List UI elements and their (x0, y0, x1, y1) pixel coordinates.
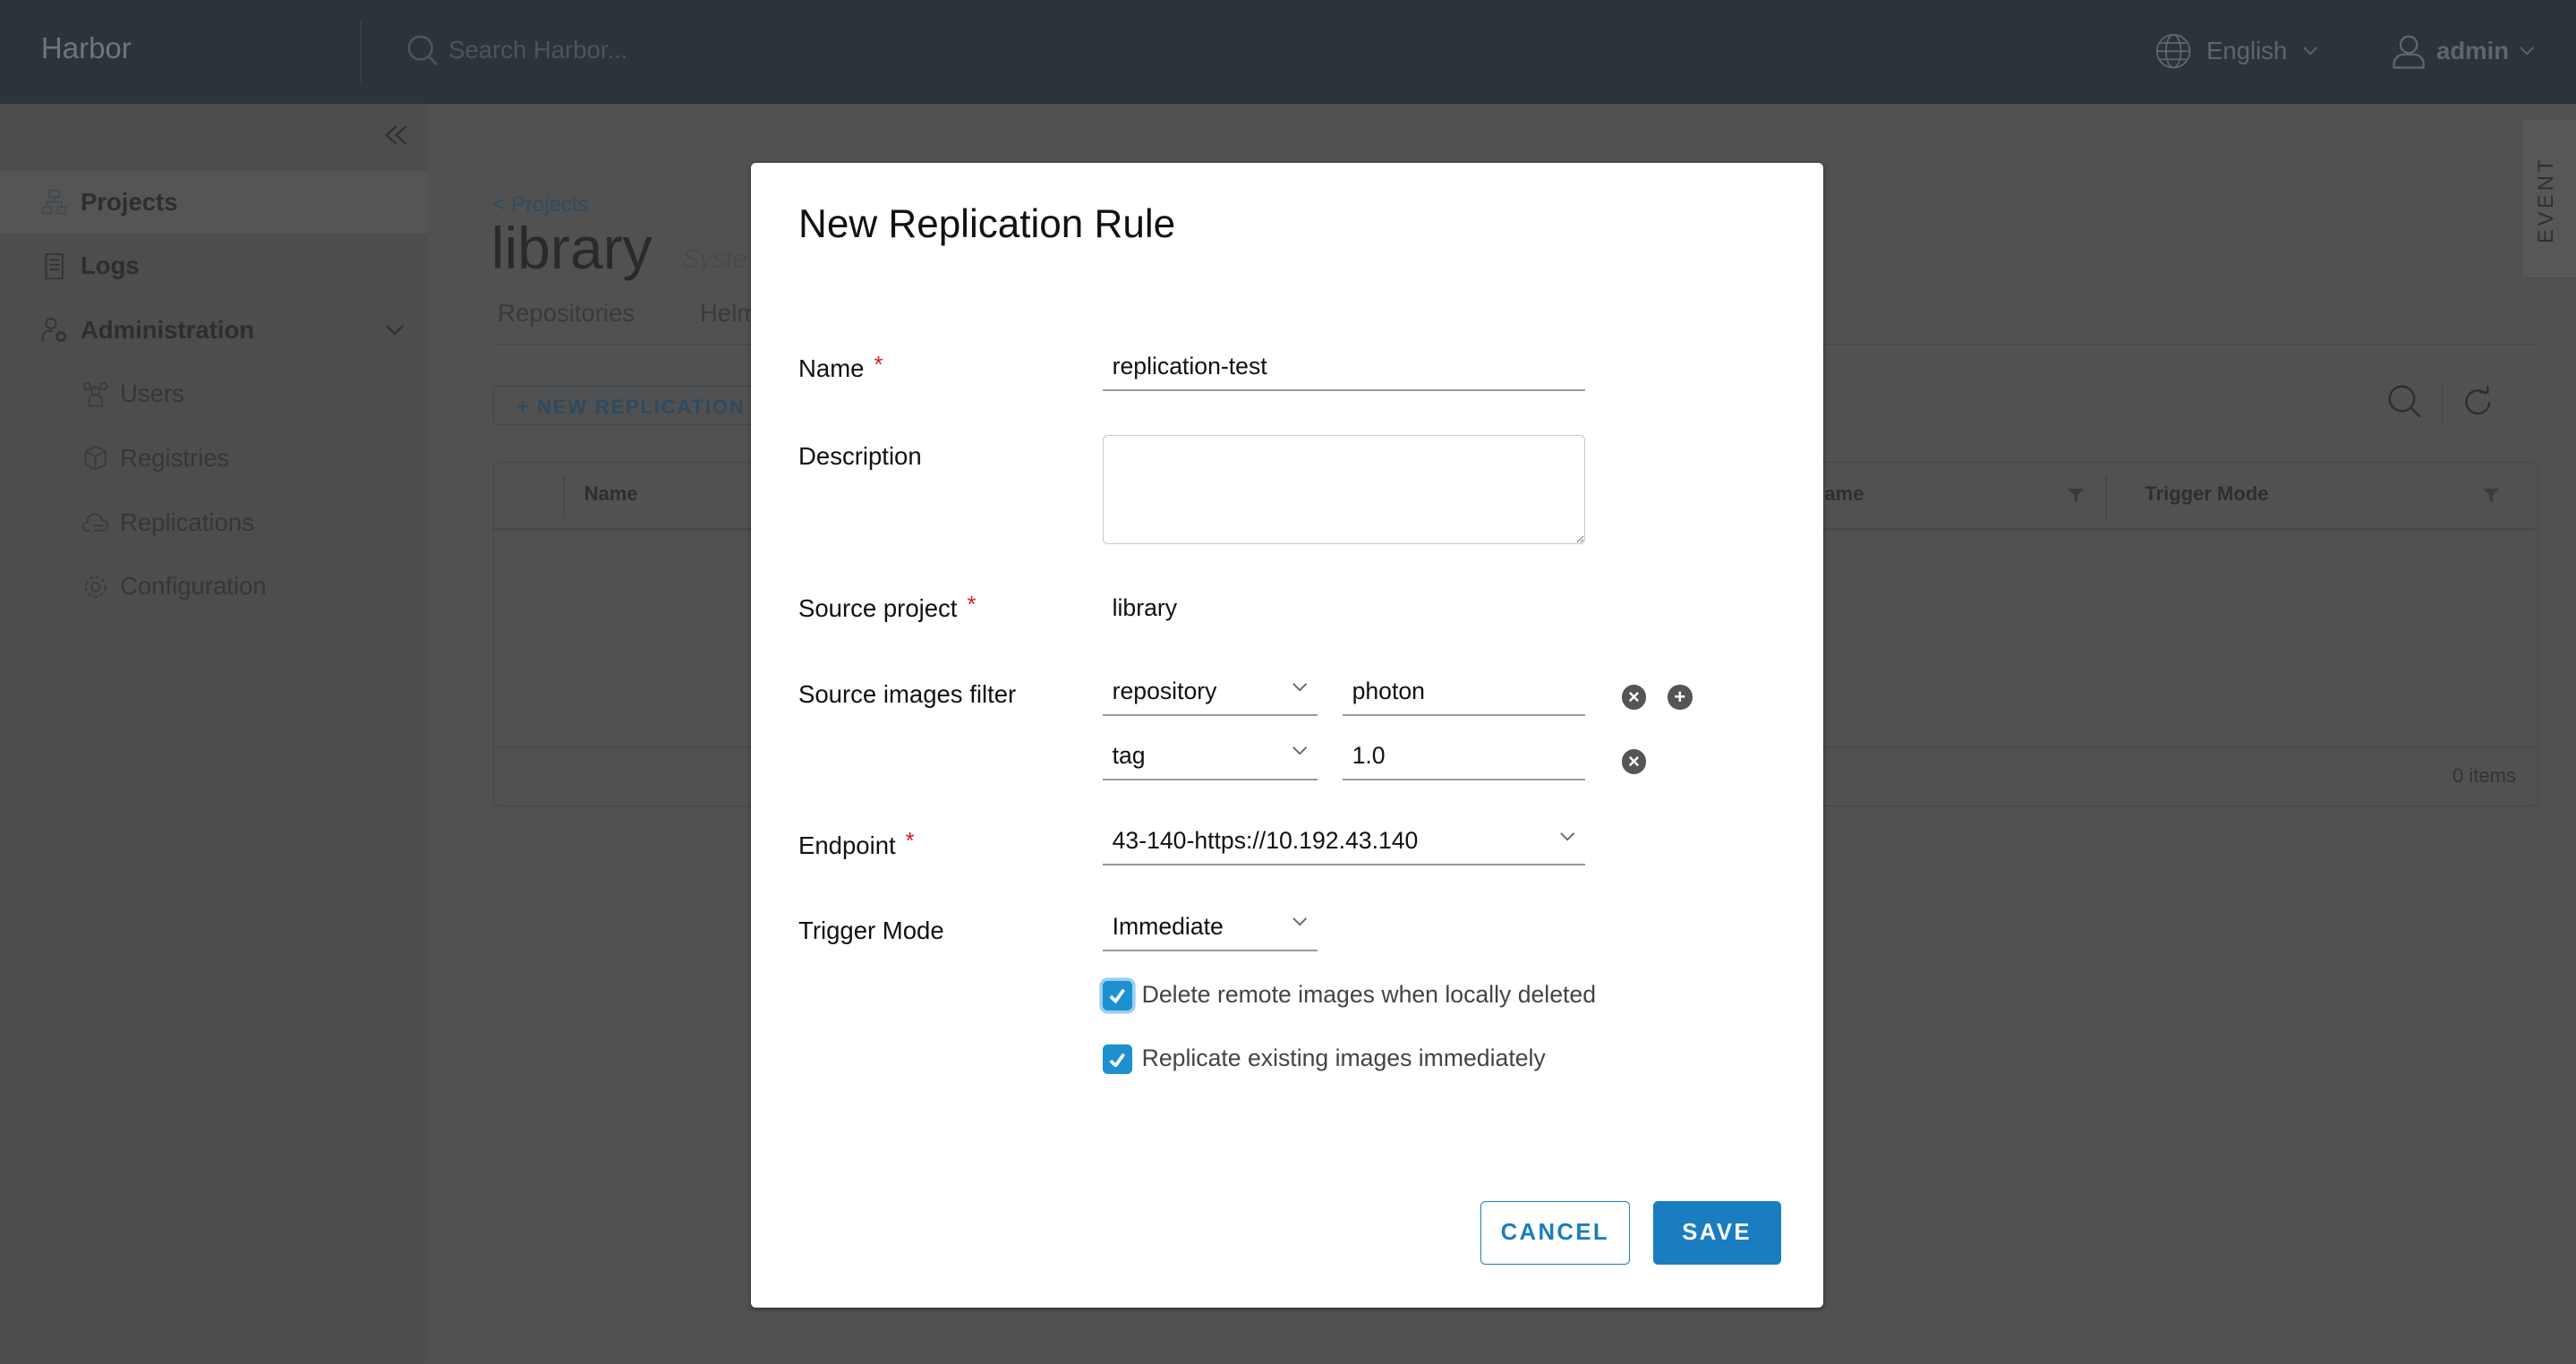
description-label: Description (798, 441, 922, 470)
chevron-down-icon (1560, 831, 1575, 841)
delete-remote-label[interactable]: Delete remote images when locally delete… (1142, 981, 1596, 1009)
search-icon (407, 34, 439, 65)
trigger-mode-label: Trigger Mode (798, 916, 944, 945)
sidebar-item-label: Administration (80, 315, 255, 344)
administration-icon (41, 318, 66, 343)
new-replication-rule-dialog: New Replication Rule Name * replication-t… (750, 162, 1824, 1309)
user-label: admin (2436, 36, 2510, 64)
filter-value-input[interactable]: photon (1342, 677, 1586, 717)
logs-icon (45, 252, 64, 279)
replicate-existing-label[interactable]: Replicate existing images immediately (1142, 1044, 1546, 1072)
collapse-sidebar-icon[interactable] (384, 124, 408, 146)
language-dropdown[interactable]: English (2155, 33, 2318, 69)
brand-logo[interactable]: Harbor (41, 31, 132, 65)
name-label: Name * (798, 352, 883, 383)
sidebar-item-logs[interactable]: Logs (0, 234, 427, 297)
endpoint-label: Endpoint * (798, 829, 915, 859)
chevron-down-icon (2303, 47, 2317, 55)
tab-repositories[interactable]: Repositories (498, 299, 635, 328)
chevron-down-icon (1292, 746, 1307, 755)
remove-filter-icon[interactable]: × (1621, 685, 1647, 710)
sidebar-item-projects[interactable]: Projects (0, 170, 428, 234)
sidebar-item-label: Projects (80, 187, 178, 216)
toolbar-divider (2441, 379, 2444, 422)
sidebar-item-label: Registries (119, 444, 230, 473)
tab-helm[interactable]: Helm (700, 299, 757, 328)
description-textarea[interactable] (1102, 435, 1586, 544)
sidebar-item-replications[interactable]: Replications (0, 491, 427, 554)
checkmark-icon (1109, 1053, 1125, 1068)
globe-icon (2156, 33, 2191, 69)
users-icon (82, 381, 108, 407)
filter-value-input[interactable]: 1.0 (1342, 741, 1586, 780)
user-menu[interactable]: admin (2391, 33, 2536, 69)
chevron-down-icon (385, 324, 404, 336)
column-header-partial[interactable]: ame (1824, 482, 1864, 506)
delete-remote-checkbox[interactable] (1102, 980, 1132, 1010)
search-icon[interactable] (2387, 384, 2423, 420)
replications-icon (81, 513, 109, 532)
language-label: English (2206, 36, 2288, 64)
top-header: Harbor Search Harbor... English admin (0, 0, 2576, 104)
chevron-down-icon (1292, 682, 1307, 692)
project-role: Syste (681, 244, 748, 275)
add-filter-icon[interactable]: + (1668, 685, 1693, 710)
breadcrumb[interactable]: < Projects (493, 192, 589, 217)
name-input[interactable]: replication-test (1102, 352, 1586, 391)
cancel-button[interactable]: CANCEL (1480, 1200, 1630, 1266)
refresh-icon[interactable] (2461, 386, 2495, 419)
filter-icon[interactable] (2483, 487, 2500, 504)
sidebar-item-label: Configuration (119, 572, 267, 601)
source-project-value: library (1112, 594, 1178, 622)
configuration-icon (84, 575, 107, 598)
chevron-down-icon (1292, 917, 1307, 926)
sidebar-item-registries[interactable]: Registries (0, 427, 427, 490)
item-count: 0 items (2452, 764, 2516, 788)
projects-icon (41, 189, 67, 215)
registries-icon (84, 446, 107, 471)
sidebar-item-users[interactable]: Users (0, 363, 427, 426)
source-project-label: Source project * (798, 592, 977, 623)
page-title: library (490, 216, 653, 283)
sidebar-item-configuration[interactable]: Configuration (0, 555, 427, 618)
search-input[interactable]: Search Harbor... (448, 36, 627, 64)
sidebar-item-label: Users (119, 379, 184, 408)
endpoint-select[interactable]: 43-140-https://10.192.43.140 (1102, 826, 1586, 866)
dialog-title: New Replication Rule (798, 201, 1176, 246)
filter-icon[interactable] (2068, 487, 2085, 504)
sidebar-item-administration[interactable]: Administration (0, 299, 427, 362)
save-button[interactable]: SAVE (1652, 1200, 1781, 1266)
filter-type-select[interactable]: tag (1102, 741, 1318, 780)
column-header-name[interactable]: Name (584, 482, 638, 506)
sidebar-item-label: Replications (119, 507, 254, 536)
column-header-trigger-mode[interactable]: Trigger Mode (2145, 482, 2268, 506)
header-divider (359, 20, 362, 86)
event-panel-tab[interactable]: EVENT (2523, 119, 2576, 277)
checkmark-icon (1109, 988, 1125, 1003)
chevron-down-icon (2520, 47, 2535, 55)
column-divider (2105, 475, 2108, 519)
column-divider (562, 475, 565, 519)
event-tab-label: EVENT (2534, 155, 2559, 243)
user-icon (2393, 35, 2425, 69)
source-images-filter-label: Source images filter (798, 679, 1017, 708)
sidebar: Projects Logs Administration Users Regis… (0, 103, 428, 1364)
trigger-mode-select[interactable]: Immediate (1102, 912, 1318, 951)
sidebar-item-label: Logs (80, 251, 140, 280)
remove-filter-icon[interactable]: × (1621, 748, 1647, 774)
replicate-existing-checkbox[interactable] (1102, 1044, 1132, 1075)
filter-type-select[interactable]: repository (1102, 677, 1318, 717)
